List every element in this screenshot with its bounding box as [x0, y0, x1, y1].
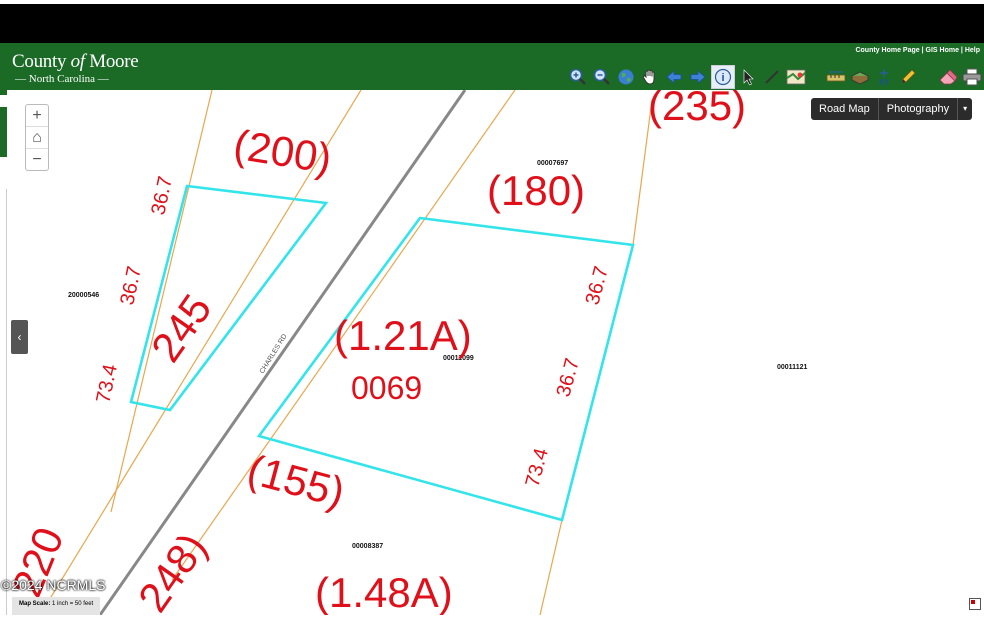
logo-text-moore: Moore [84, 51, 139, 72]
road-label: CHARLES RD [259, 333, 289, 375]
info-icon[interactable]: i [711, 65, 735, 89]
print-icon[interactable] [962, 67, 982, 87]
parcel-map[interactable]: 00007697 20000546 00011099 00011121 0000… [0, 82, 984, 620]
dimension-label: (1.21A) [334, 312, 472, 359]
chevron-left-icon: ‹ [17, 330, 22, 344]
globe-icon[interactable] [616, 67, 636, 87]
county-home-link[interactable]: County Home Page [855, 47, 919, 54]
dimension-labels: (200) (180) (235) 36.7 36.7 245 73.4 (1.… [3, 82, 746, 620]
dimension-label: 36.7 [553, 356, 584, 399]
pan-hand-icon[interactable] [640, 67, 660, 87]
side-panel-edge [0, 90, 7, 615]
zoom-out-button[interactable]: − [26, 149, 48, 170]
parcel-id-label[interactable]: 00007697 [537, 160, 568, 167]
dimension-label: 0069 [351, 370, 422, 406]
eraser-icon[interactable] [938, 67, 958, 87]
home-icon[interactable]: ⌂ [26, 127, 48, 149]
ruler-icon[interactable] [826, 67, 846, 87]
xy-coordinate-icon[interactable]: XY [874, 67, 894, 87]
svg-text:XY: XY [879, 78, 890, 86]
measure-line-icon[interactable] [762, 67, 782, 87]
zoom-in-icon[interactable] [568, 67, 588, 87]
copyright-watermark: ©2024 NCRMLS [1, 577, 106, 593]
map-scale: Map Scale: 1 inch = 50 feet [12, 597, 100, 615]
svg-text:i: i [721, 72, 724, 84]
parcel-id-label[interactable]: 20000546 [68, 292, 99, 299]
browser-top-bar [0, 0, 984, 43]
basemap-switcher: Road Map Photography ▾ [811, 98, 973, 120]
dimension-label: 73.4 [92, 362, 122, 405]
county-logo[interactable]: County of Moore — North Carolina — [12, 51, 139, 85]
dimension-label: 73.4 [522, 446, 553, 489]
parcel-map-canvas[interactable]: 00007697 20000546 00011099 00011121 0000… [0, 82, 984, 620]
road-map-button[interactable]: Road Map [811, 98, 879, 120]
map-scale-value: 1 inch = 50 feet [50, 601, 94, 607]
dimension-label: (180) [487, 167, 585, 214]
select-arrow-icon[interactable] [738, 67, 758, 87]
pencil-icon[interactable] [898, 67, 918, 87]
dimension-label: (235) [648, 90, 746, 129]
dimension-label: 248) [129, 524, 216, 615]
logo-subtitle: — North Carolina — [15, 73, 109, 85]
zoom-control: + ⌂ − [25, 104, 49, 171]
dimension-label: (1.48A) [315, 569, 453, 615]
dimension-label: 36.7 [147, 174, 177, 217]
back-arrow-icon[interactable] [664, 67, 684, 87]
logo-text-of: of [70, 51, 85, 72]
zoom-in-button[interactable]: + [26, 105, 48, 127]
forward-arrow-icon[interactable] [688, 67, 708, 87]
dimension-label: (200) [231, 120, 335, 182]
logo-text-county: County [12, 51, 71, 72]
collapse-panel-button[interactable]: ‹ [11, 320, 28, 354]
area-measure-icon[interactable] [850, 67, 870, 87]
dimension-label: 36.7 [116, 264, 146, 307]
parcel-outline-245[interactable] [129, 184, 329, 412]
chevron-down-icon[interactable]: ▾ [958, 98, 973, 120]
parcel-id-label[interactable]: 00011121 [777, 364, 807, 371]
gis-home-link[interactable]: GIS Home [926, 47, 959, 54]
zoom-out-icon[interactable] [592, 67, 612, 87]
overview-map-toggle[interactable] [969, 598, 981, 610]
map-scale-label: Map Scale: [19, 601, 51, 607]
photography-button[interactable]: Photography [878, 98, 959, 120]
dimension-label: 36.7 [582, 264, 613, 307]
help-link[interactable]: Help [965, 47, 980, 54]
header-links: County Home Page | GIS Home | Help [855, 47, 980, 54]
parcel-id-label[interactable]: 00008387 [352, 543, 383, 550]
map-layers-icon[interactable] [786, 67, 806, 87]
